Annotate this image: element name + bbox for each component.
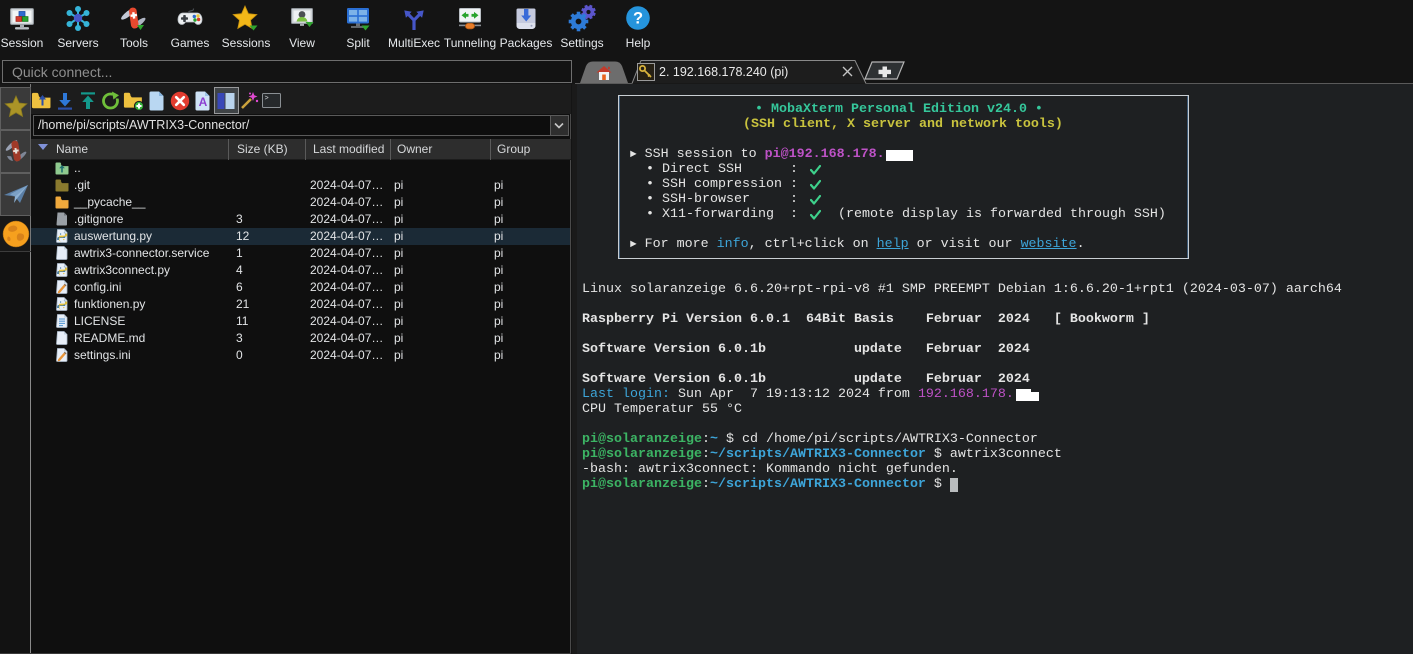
svg-text:>: >	[265, 95, 269, 103]
svg-text:?: ?	[633, 10, 643, 28]
svg-text:A: A	[199, 95, 208, 109]
